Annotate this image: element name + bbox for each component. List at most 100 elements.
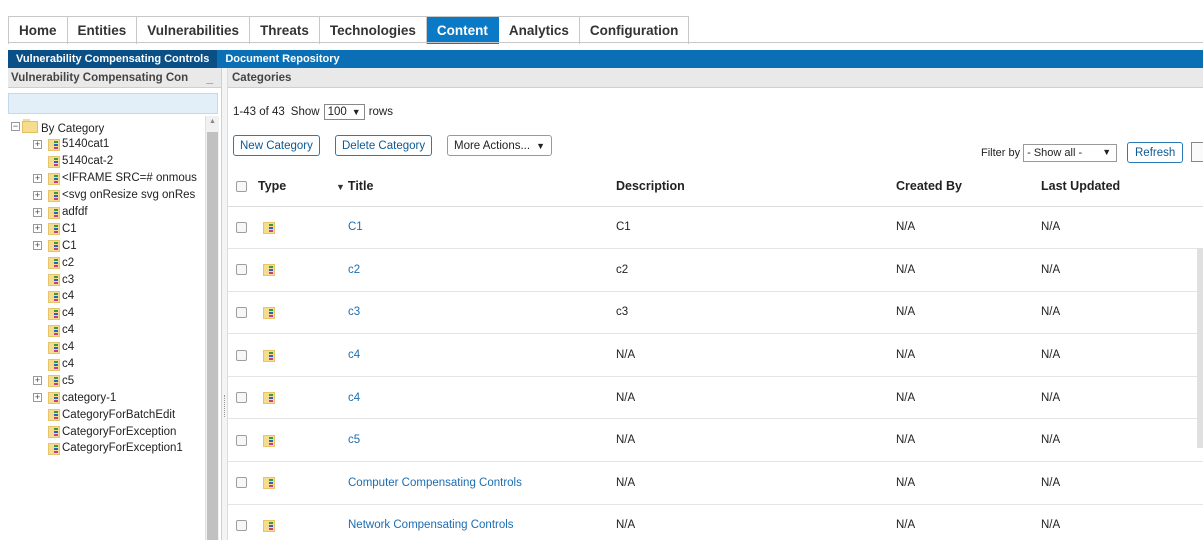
tree-root[interactable]: − By Category [8,116,204,136]
subtab-document-repository[interactable]: Document Repository [217,50,347,68]
tree-item-label: 5140cat-2 [62,155,114,168]
tree-item-label: C1 [62,222,77,235]
refresh-button[interactable]: Refresh [1127,142,1184,163]
tree-item[interactable]: + adfdf [8,204,204,221]
table-row[interactable]: c3 c3 N/A N/A [228,291,1203,335]
table-row[interactable]: C1 C1 N/A N/A [228,206,1203,250]
tab-configuration[interactable]: Configuration [579,17,690,44]
tree-item[interactable]: + C1 [8,237,204,254]
expand-icon[interactable]: + [33,190,42,200]
tree-item[interactable]: + <IFRAME SRC=# onmous [8,170,204,187]
row-checkbox[interactable] [236,306,247,318]
minimize-button[interactable]: _ [206,71,213,85]
tree-item[interactable]: + category-1 [8,389,204,406]
tree-item[interactable]: c4 [8,288,204,305]
table-header-row: Type ▼ Title Description Created By Last … [228,166,1203,207]
expand-icon[interactable]: + [33,224,42,234]
category-icon [48,307,60,320]
category-icon [48,256,60,270]
row-title-link[interactable]: c5 [348,434,360,446]
column-title[interactable]: ▼ Title [336,166,616,207]
row-checkbox[interactable] [236,519,247,531]
column-description[interactable]: Description [616,166,896,207]
tab-analytics[interactable]: Analytics [498,17,580,44]
tree-item[interactable]: c4 [8,322,204,339]
subtab-compensating-controls[interactable]: Vulnerability Compensating Controls [8,50,218,68]
tree-item[interactable]: + c5 [8,372,204,389]
filter-label: Filter by [981,147,1021,159]
tree-item[interactable]: +5140cat1 [8,136,204,153]
splitter-grip-icon[interactable] [224,395,226,417]
tab-technologies[interactable]: Technologies [319,17,427,44]
table-row[interactable]: c4 N/A N/A N/A [228,333,1203,377]
tree-item[interactable]: c3 [8,271,204,288]
row-title-link[interactable]: c3 [348,306,360,318]
row-title-link[interactable]: c4 [348,349,360,361]
expand-icon[interactable]: + [33,207,42,217]
table-row[interactable]: c5 N/A N/A N/A [228,418,1203,463]
tab-content[interactable]: Content [426,17,499,44]
chevron-down-icon: ▼ [536,140,545,151]
tree-item[interactable]: c4 [8,339,204,356]
category-icon [263,306,275,319]
column-created-by[interactable]: Created By [896,166,1041,207]
row-title-link[interactable]: Computer Compensating Controls [348,477,522,489]
column-type[interactable]: Type [258,166,336,207]
row-checkbox[interactable] [236,392,247,404]
collapse-icon[interactable]: − [11,121,20,131]
row-title-link[interactable]: Network Compensating Controls [348,519,514,531]
tree-scrollbar[interactable]: ▲ [205,116,219,540]
tab-home[interactable]: Home [8,17,68,44]
expand-icon[interactable]: + [33,173,42,183]
row-title-cell: c5 [336,418,616,463]
expand-icon[interactable]: + [33,139,42,149]
table-row[interactable]: Network Compensating Controls N/A N/A N/A [228,504,1203,540]
expand-icon[interactable]: + [33,376,42,386]
table-row[interactable]: Computer Compensating Controls N/A N/A N/A [228,461,1203,505]
tree-item[interactable]: CategoryForBatchEdit [8,406,204,423]
table-row[interactable]: c4 N/A N/A N/A [228,376,1203,420]
rows-per-page-value: 100 [327,106,347,118]
tree-item[interactable]: c2 [8,254,204,271]
row-checkbox[interactable] [236,477,247,489]
column-last-updated[interactable]: Last Updated [1041,166,1203,207]
tab-vulnerabilities[interactable]: Vulnerabilities [137,17,251,44]
expand-icon[interactable]: + [33,241,42,251]
tab-entities[interactable]: Entities [67,17,138,44]
tree-item[interactable]: + <svg onResize svg onRes [8,187,204,204]
row-checkbox[interactable] [236,221,247,233]
row-checkbox[interactable] [236,349,247,361]
tab-threats[interactable]: Threats [250,17,320,44]
category-icon [48,425,60,439]
tree-scrollbar-thumb[interactable] [207,132,218,540]
row-title-cell: c2 [336,248,616,292]
row-title-link[interactable]: c4 [348,392,360,404]
column-chooser-button[interactable] [1191,142,1203,162]
row-select-cell [228,291,258,335]
scroll-up-icon[interactable]: ▲ [209,118,216,125]
delete-category-button[interactable]: Delete Category [335,135,433,156]
tree-item[interactable]: c4 [8,356,204,373]
tree-item[interactable]: + C1 [8,220,204,237]
tree-item-label: c2 [62,256,75,269]
row-title-link[interactable]: c2 [348,264,360,276]
tree-search-input[interactable] [8,93,218,114]
more-actions-button[interactable]: More Actions... ▼ [447,135,552,156]
expand-icon[interactable]: + [33,393,42,403]
row-checkbox[interactable] [236,434,247,446]
tree-item[interactable]: 5140cat-2 [8,153,204,170]
new-category-button[interactable]: New Category [233,135,320,156]
tree-item[interactable]: CategoryForException [8,423,204,440]
tree-item[interactable]: CategoryForException1 [8,440,204,457]
category-icon [263,349,275,362]
tree-item[interactable]: c4 [8,305,204,322]
row-title-link[interactable]: C1 [348,221,363,233]
row-checkbox[interactable] [236,264,247,276]
rows-per-page-select[interactable]: 100 ▼ [323,104,365,120]
row-title-cell: Network Compensating Controls [336,504,616,540]
table-scrollbar[interactable] [1197,248,1203,448]
table-row[interactable]: c2 c2 N/A N/A [228,248,1203,292]
filter-select[interactable]: - Show all - ▼ [1023,144,1118,162]
select-all-checkbox[interactable] [236,180,247,192]
sub-nav: Vulnerability Compensating Controls Docum… [8,50,1203,68]
